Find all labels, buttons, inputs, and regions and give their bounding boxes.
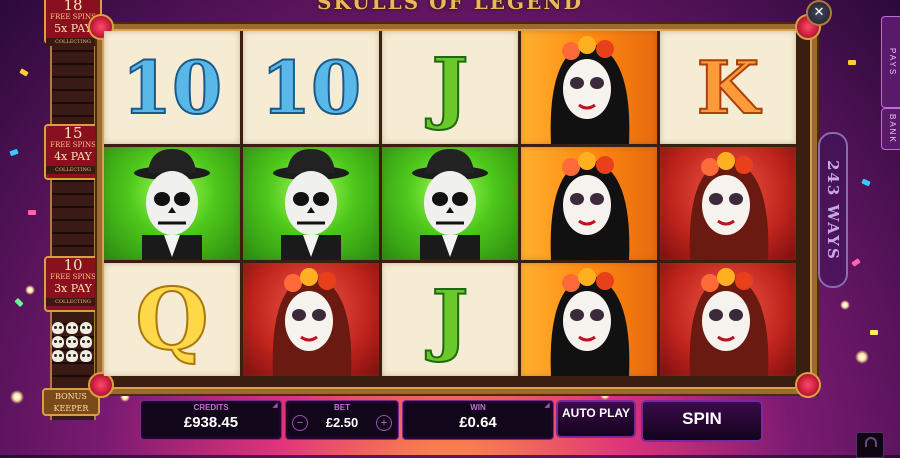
red-skull-woman-icon: [272, 268, 352, 376]
credits-panel: CREDITS £938.45 ◢: [140, 400, 282, 440]
red-skull-woman-icon: [689, 268, 769, 376]
win-value: £0.64: [459, 414, 497, 431]
reel-symbol-red-skull-woman: [660, 263, 796, 376]
reel-symbol-q: Q: [104, 263, 240, 376]
orange-skull-woman-icon: [550, 268, 630, 376]
bet-panel: BET £2.50 − +: [285, 400, 399, 440]
tier-status: COLLECTING: [46, 38, 100, 46]
ways-badge: 243 WAYS: [818, 132, 848, 288]
game-title: SKULLS OF LEGEND: [317, 0, 583, 14]
expand-icon: ◢: [544, 402, 550, 409]
tier-status: COLLECTING: [46, 166, 100, 174]
symbol-letter: J: [431, 41, 470, 134]
reel-symbol-green-skull-man: [243, 147, 379, 260]
tier-15-spins: 15 FREE SPINS 4x PAY COLLECTING: [44, 124, 102, 180]
green-skull-man-icon: [412, 149, 488, 260]
close-icon[interactable]: ✕: [806, 0, 832, 26]
bet-decrease-button[interactable]: −: [292, 415, 308, 431]
tier-spins-label: FREE SPINS: [50, 141, 96, 149]
green-skull-man-icon: [273, 149, 349, 260]
skull-icon: [66, 350, 78, 362]
reel-symbol-k: K: [660, 31, 796, 144]
skull-icon: [52, 322, 64, 334]
win-label: WIN: [470, 403, 486, 412]
collected-skulls: [50, 322, 94, 362]
tier-multiplier: 3x PAY: [54, 282, 92, 295]
symbol-letter: Q: [134, 269, 209, 370]
tier-spins-label: FREE SPINS: [50, 273, 96, 281]
symbol-letter: J: [431, 273, 470, 366]
bet-label: BET: [334, 403, 350, 412]
skull-icon: [80, 322, 92, 334]
reel-symbol-green-skull-man: [104, 147, 240, 260]
reel-grid: 10 10 J K Q J: [104, 31, 799, 376]
skull-icon: [52, 350, 64, 362]
bank-tab[interactable]: BANK: [881, 108, 900, 150]
skull-icon: [66, 336, 78, 348]
autoplay-button[interactable]: AUTO PLAY: [556, 400, 636, 438]
free-spins-panel: 18 FREE SPINS 5x PAY COLLECTING 15 FREE …: [42, 0, 102, 420]
reel-symbol-red-skull-woman: [243, 263, 379, 376]
green-skull-man-icon: [134, 149, 210, 260]
tier-spins: 18: [63, 0, 83, 14]
tier-spins: 15: [63, 124, 83, 142]
reel-symbol-orange-skull-woman: [521, 31, 657, 144]
symbol-letter: K: [696, 44, 761, 131]
tier-status: COLLECTING: [46, 298, 100, 306]
orange-skull-woman-icon: [550, 152, 630, 260]
reel-symbol-orange-skull-woman: [521, 263, 657, 376]
skull-icon: [80, 350, 92, 362]
symbol-letter: 10: [260, 44, 362, 131]
reel-symbol-orange-skull-woman: [521, 147, 657, 260]
tier-multiplier: 4x PAY: [54, 150, 92, 163]
lock-icon: [856, 432, 884, 458]
bet-increase-button[interactable]: +: [376, 415, 392, 431]
reel-symbol-green-skull-man: [382, 147, 518, 260]
credits-value: £938.45: [183, 414, 239, 431]
reel-symbol-10: 10: [243, 31, 379, 144]
credits-label: CREDITS: [193, 403, 229, 412]
tier-10-spins: 10 FREE SPINS 3x PAY COLLECTING: [44, 256, 102, 312]
spin-button[interactable]: SPIN: [641, 400, 763, 442]
skull-icon: [80, 336, 92, 348]
reel-symbol-10: 10: [104, 31, 240, 144]
pays-tab[interactable]: PAYS: [881, 16, 900, 108]
tier-spins: 10: [63, 256, 83, 274]
red-skull-woman-icon: [689, 152, 769, 260]
reel-symbol-red-skull-woman: [660, 147, 796, 260]
symbol-letter: 10: [121, 44, 223, 131]
orange-skull-woman-icon: [550, 36, 630, 144]
win-panel: WIN £0.64 ◢: [402, 400, 554, 440]
skull-icon: [52, 336, 64, 348]
skull-icon: [66, 322, 78, 334]
reel-symbol-j: J: [382, 263, 518, 376]
expand-icon: ◢: [272, 402, 278, 409]
reel-symbol-j: J: [382, 31, 518, 144]
